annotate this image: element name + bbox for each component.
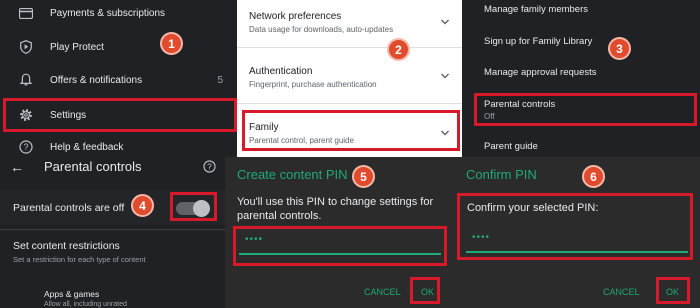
menu-item-label: Offers & notifications — [50, 74, 143, 86]
settings-row-network[interactable]: Network preferences Data usage for downl… — [237, 0, 462, 48]
menu-item-play-protect[interactable]: Play Protect — [0, 30, 237, 64]
family-item-manage-members[interactable]: Manage family members — [484, 4, 588, 15]
restrictions-title: Set content restrictions — [13, 240, 120, 252]
shield-icon — [18, 39, 34, 55]
parental-controls-highlight-box — [474, 93, 697, 126]
family-item-parent-guide[interactable]: Parent guide — [484, 141, 538, 152]
family-item-family-library[interactable]: Sign up for Family Library — [484, 36, 592, 47]
help-icon: ? — [18, 139, 34, 155]
family-highlight-box — [242, 110, 460, 151]
family-menu-panel: Manage family members Sign up for Family… — [462, 0, 700, 157]
notification-count: 5 — [217, 74, 223, 86]
menu-item-label: Help & feedback — [50, 141, 124, 153]
divider — [0, 229, 225, 230]
card-icon — [18, 5, 34, 21]
help-icon[interactable]: ? — [203, 160, 216, 178]
step-badge-3: 3 — [608, 37, 631, 60]
chevron-down-icon — [441, 19, 449, 25]
menu-item-payments[interactable]: Payments & subscriptions — [0, 0, 237, 30]
cancel-button[interactable]: CANCEL — [603, 287, 640, 297]
play-store-menu-panel: Payments & subscriptions Play Protect Of… — [0, 0, 237, 157]
ok-highlight-box — [656, 277, 690, 304]
step-badge-6: 6 — [582, 165, 605, 188]
family-item-approval-requests[interactable]: Manage approval requests — [484, 67, 597, 78]
settings-row-subtitle: Fingerprint, purchase authentication — [249, 80, 377, 89]
menu-item-label: Payments & subscriptions — [50, 7, 166, 19]
settings-highlight-box — [3, 98, 237, 132]
step-badge-2: 2 — [387, 38, 410, 61]
pin-input-highlight-box — [233, 226, 447, 266]
dialog-title: Confirm PIN — [466, 167, 537, 182]
menu-item-help-feedback[interactable]: ? Help & feedback — [0, 130, 237, 157]
bell-icon — [18, 72, 34, 88]
toggle-highlight-box — [170, 192, 217, 221]
menu-item-offers-notifications[interactable]: Offers & notifications 5 — [0, 63, 237, 97]
menu-item-label: Play Protect — [50, 41, 104, 53]
step-badge-4: 4 — [131, 194, 154, 217]
page-title: Parental controls — [44, 159, 142, 174]
settings-row-subtitle: Data usage for downloads, auto-updates — [249, 25, 394, 34]
ok-highlight-box — [410, 277, 440, 304]
step-badge-1: 1 — [160, 32, 183, 55]
svg-text:?: ? — [23, 142, 28, 152]
dialog-body: You'll use this PIN to change settings f… — [237, 196, 434, 222]
dialog-title: Create content PIN — [237, 167, 348, 182]
chevron-down-icon — [441, 73, 449, 79]
settings-row-authentication[interactable]: Authentication Fingerprint, purchase aut… — [237, 48, 462, 104]
settings-row-title: Authentication — [249, 66, 313, 77]
confirm-pin-highlight-box — [457, 193, 693, 260]
apps-games-title: Apps & games — [44, 289, 100, 299]
back-arrow-icon[interactable]: ← — [10, 159, 24, 175]
step-badge-5: 5 — [352, 165, 375, 188]
apps-games-subtitle: Allow all, including unrated — [44, 301, 127, 308]
settings-row-title: Network preferences — [249, 11, 342, 22]
restrictions-subtitle: Set a restriction for each type of conte… — [13, 255, 146, 264]
toggle-label: Parental controls are off — [13, 202, 125, 214]
parental-controls-panel: ← Parental controls ? Parental controls … — [0, 157, 225, 308]
cancel-button[interactable]: CANCEL — [364, 287, 401, 297]
apps-games-row[interactable]: Apps & games Allow all, including unrate… — [0, 284, 225, 308]
parental-controls-header: ← Parental controls ? — [0, 157, 225, 179]
svg-text:?: ? — [207, 161, 212, 171]
